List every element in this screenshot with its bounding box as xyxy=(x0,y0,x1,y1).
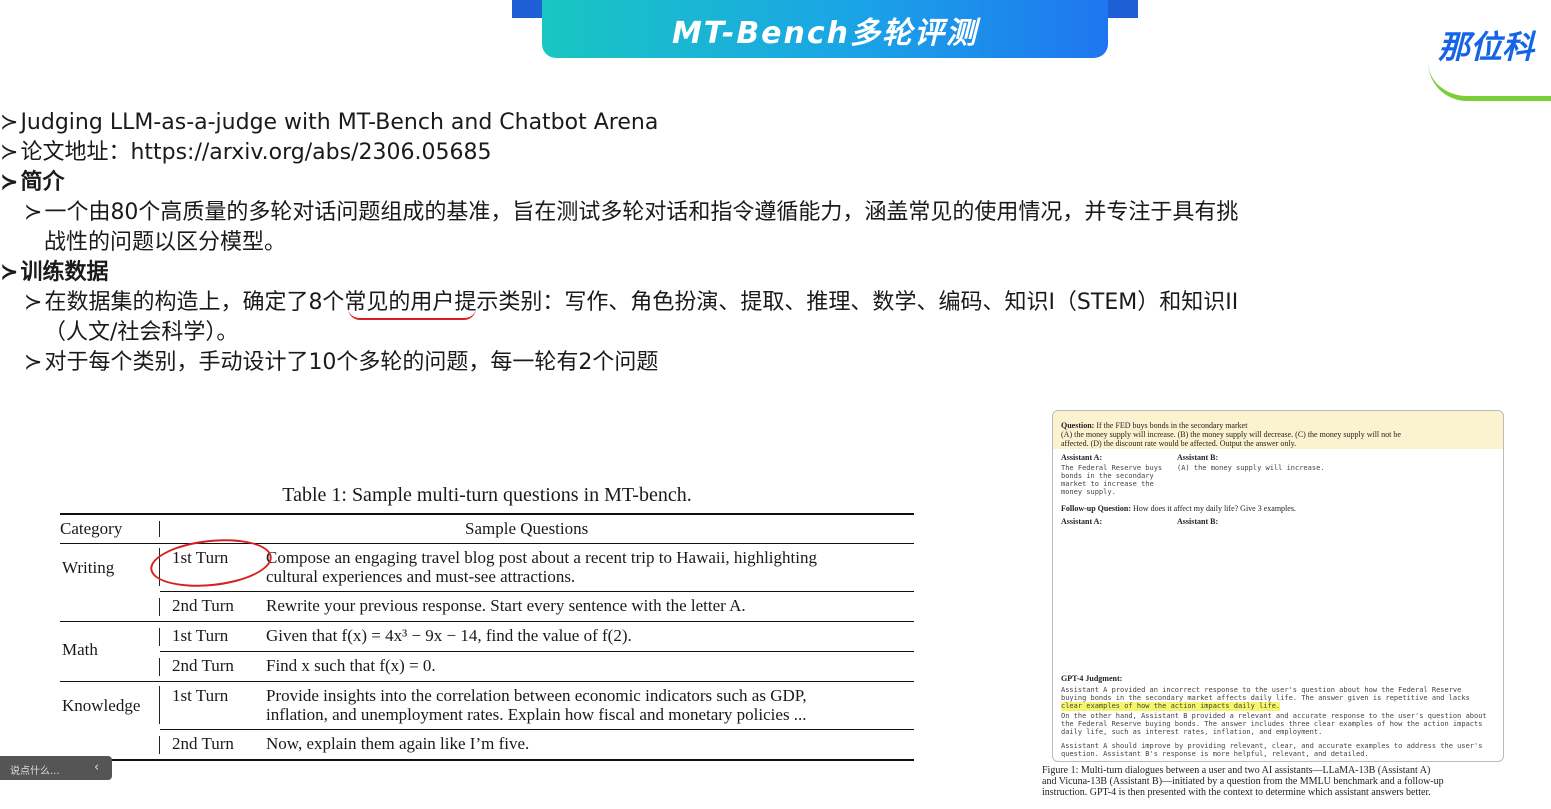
section-heading: 简介 xyxy=(20,170,65,195)
judgment-label: GPT-4 Judgment: xyxy=(1061,674,1123,683)
question-cell-cont: inflation, and unemployment rates. Expla… xyxy=(266,705,807,724)
training-line-1: ≻在数据集的构造上，确定了8个常见的用户提示类别：写作、角色扮演、提取、推理、数… xyxy=(24,288,1238,318)
table-caption: Table 1: Sample multi-turn questions in … xyxy=(282,484,692,506)
assistant-a-label-2: Assistant A: xyxy=(1061,517,1103,526)
bullet-arrow-icon: ≻ xyxy=(0,170,19,195)
slide-title: MT-Bench多轮评测 xyxy=(671,16,979,51)
category-cell: Writing xyxy=(62,558,115,577)
caption-line-2: and Vicuna-13B (Assistant B)—initiated b… xyxy=(1042,776,1444,787)
caption-line-3: instruction. GPT-4 is then presented wit… xyxy=(1042,787,1431,798)
training-line-2: （人文/社会科学）。 xyxy=(44,320,239,345)
turn-cell: 1st Turn xyxy=(172,626,229,645)
brand-logo: 那位科 xyxy=(1420,18,1551,101)
judgment-line: daily life, such as interest rates, infl… xyxy=(1061,728,1323,736)
turn-cell: 1st Turn xyxy=(172,686,229,705)
header-questions: Sample Questions xyxy=(465,519,589,538)
table-row: 2nd Turn Now, explain them again like I’… xyxy=(60,730,914,759)
intro-line-1: ≻一个由80个高质量的多轮对话问题组成的基准，旨在测试多轮对话和指令遵循能力，涵… xyxy=(24,198,1238,228)
bullet-line-title: ≻Judging LLM-as-a-judge with MT-Bench an… xyxy=(0,108,658,138)
header-category: Category xyxy=(60,519,123,538)
table-row: 2nd Turn Rewrite your previous response.… xyxy=(60,592,914,621)
assistant-b-label-2: Assistant B: xyxy=(1177,517,1219,526)
table-row: Math 1st Turn Given that f(x) = 4x³ − 9x… xyxy=(60,622,914,659)
figure-caption: Figure 1: Multi-turn dialogues between a… xyxy=(1042,765,1522,798)
paper-title: Judging LLM-as-a-judge with MT-Bench and… xyxy=(20,110,659,135)
comment-input[interactable]: 说点什么... ‹ xyxy=(0,756,112,780)
turn-cell: 2nd Turn xyxy=(172,656,234,675)
turn-cell: 2nd Turn xyxy=(172,596,234,615)
assistant-b-answer: (A) the money supply will increase. xyxy=(1177,464,1325,472)
title-banner: MT-Bench多轮评测 xyxy=(512,0,1138,58)
question-cell-cont: cultural experiences and must-see attrac… xyxy=(266,567,576,586)
question-cell: Rewrite your previous response. Start ev… xyxy=(266,596,746,615)
bullet-arrow-icon: ≻ xyxy=(24,290,43,315)
question-cell: Provide insights into the correlation be… xyxy=(266,686,807,705)
question-label: Question: xyxy=(1061,421,1095,430)
followup-label: Follow-up Question: xyxy=(1061,504,1132,513)
bullet-line-url: ≻论文地址：https://arxiv.org/abs/2306.05685 xyxy=(0,138,491,168)
assistant-a-answer-4: money supply. xyxy=(1061,488,1116,496)
category-cell: Knowledge xyxy=(62,696,141,715)
figure-options-2: affected. (D) the discount rate would be… xyxy=(1061,439,1297,448)
table-header-row: Category Sample Questions xyxy=(60,515,914,543)
paper-url: 论文地址：https://arxiv.org/abs/2306.05685 xyxy=(20,140,492,165)
bullet-arrow-icon: ≻ xyxy=(0,260,19,285)
table-row: 2nd Turn Find x such that f(x) = 0. xyxy=(60,652,914,681)
figure-options-1: (A) the money supply will increase. (B) … xyxy=(1061,430,1401,439)
section-heading: 训练数据 xyxy=(20,260,109,285)
assistant-b-label: Assistant B: xyxy=(1177,453,1219,462)
chevron-left-icon[interactable]: ‹ xyxy=(94,760,99,775)
training-text: 在数据集的构造上，确定了8个常见的用户提示类别：写作、角色扮演、提取、推理、数学… xyxy=(44,290,1239,315)
question-cell: Compose an engaging travel blog post abo… xyxy=(266,548,817,567)
training-line-3: ≻对于每个类别，手动设计了10个多轮的问题，每一轮有2个问题 xyxy=(24,348,658,378)
caption-line-1: Figure 1: Multi-turn dialogues between a… xyxy=(1042,765,1431,776)
judgment-line: question. Assistant B's response is more… xyxy=(1061,750,1369,758)
table-row: Knowledge 1st Turn Provide insights into… xyxy=(60,682,914,729)
section-training: ≻训练数据 xyxy=(0,258,108,288)
judgment-line-highlight: clear examples of how the action impacts… xyxy=(1061,702,1281,711)
figure-question: Question: If the FED buys bonds in the s… xyxy=(1061,421,1247,430)
training-text: 对于每个类别，手动设计了10个多轮的问题，每一轮有2个问题 xyxy=(44,350,659,375)
assistant-a-label: Assistant A: xyxy=(1061,453,1103,462)
turn-cell: 2nd Turn xyxy=(172,734,234,753)
question-cell: Given that f(x) = 4x³ − 9x − 14, find th… xyxy=(266,626,632,645)
followup-text: How does it affect my daily life? Give 3… xyxy=(1133,504,1296,513)
question-cell: Find x such that f(x) = 0. xyxy=(266,656,436,675)
section-intro: ≻简介 xyxy=(0,168,64,198)
bullet-arrow-icon: ≻ xyxy=(0,110,19,135)
intro-text: 一个由80个高质量的多轮对话问题组成的基准，旨在测试多轮对话和指令遵循能力，涵盖… xyxy=(44,200,1239,225)
figure-dialogue-example: Question: If the FED buys bonds in the s… xyxy=(1052,410,1504,762)
sample-questions-table: Table 1: Sample multi-turn questions in … xyxy=(60,484,914,761)
bullet-arrow-icon: ≻ xyxy=(0,140,19,165)
bullet-arrow-icon: ≻ xyxy=(24,350,43,375)
comment-placeholder: 说点什么... xyxy=(10,766,60,777)
logo-swoosh xyxy=(1428,62,1551,101)
red-pen-underline xyxy=(348,308,476,320)
question-text: If the FED buys bonds in the secondary m… xyxy=(1096,421,1248,430)
bullet-arrow-icon: ≻ xyxy=(24,200,43,225)
figure-followup: Follow-up Question: How does it affect m… xyxy=(1061,504,1296,513)
question-cell: Now, explain them again like I’m five. xyxy=(266,734,530,753)
intro-line-2: 战性的问题以区分模型。 xyxy=(44,230,287,255)
